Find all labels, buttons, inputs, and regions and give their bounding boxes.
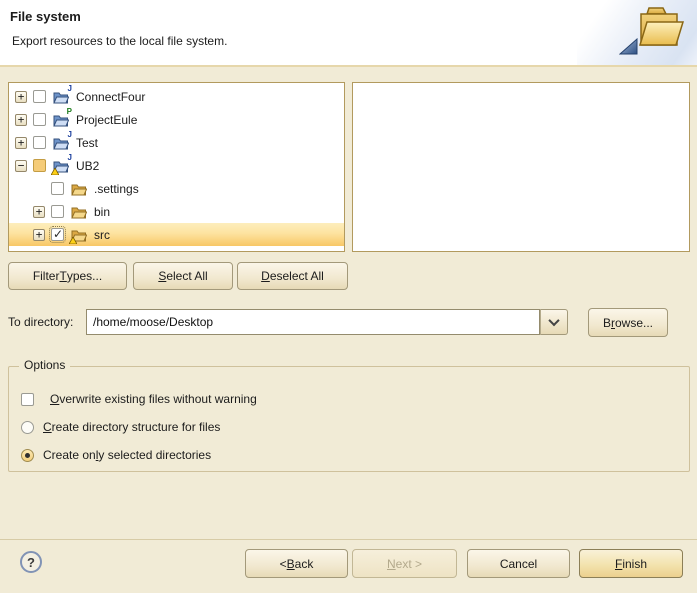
directory-structure-label: Create directory structure for files (43, 420, 220, 434)
to-directory-label: To directory: (8, 315, 73, 329)
tree-item-bin[interactable]: + bin (9, 200, 344, 223)
tree-item-label: src (94, 228, 110, 242)
folder-icon (71, 181, 89, 197)
java-decorator: J (68, 154, 72, 162)
tree-item-label: UB2 (76, 159, 99, 173)
java-project-folder-icon: J (53, 89, 71, 105)
file-list-panel[interactable] (352, 82, 690, 252)
project-decorator: P (67, 108, 72, 116)
export-file-system-dialog: File system Export resources to the loca… (0, 0, 697, 593)
banner-art (577, 0, 697, 65)
directory-dropdown-button[interactable] (540, 309, 568, 335)
overwrite-checkbox[interactable] (21, 393, 34, 406)
expand-toggle[interactable]: + (15, 114, 27, 126)
select-all-button[interactable]: Select All (133, 262, 233, 290)
java-project-folder-icon: J (53, 135, 71, 151)
item-checkbox[interactable] (33, 113, 46, 126)
collapse-toggle[interactable]: − (15, 160, 27, 172)
directory-structure-radio[interactable] (21, 421, 34, 434)
wizard-banner: File system Export resources to the loca… (0, 0, 697, 67)
overwrite-option[interactable]: Overwrite existing files without warning (21, 389, 257, 409)
finish-button[interactable]: Finish (579, 549, 683, 578)
item-checkbox[interactable] (33, 136, 46, 149)
item-checkbox[interactable] (51, 228, 64, 241)
tree-item-label: ConnectFour (76, 90, 145, 104)
directory-input[interactable] (86, 309, 540, 335)
item-checkbox[interactable] (51, 182, 64, 195)
item-checkbox[interactable] (33, 159, 46, 172)
back-button[interactable]: < Back (245, 549, 348, 578)
tree-item-projecteule[interactable]: + P ProjectEule (9, 108, 344, 131)
options-group: Options Overwrite existing files without… (8, 366, 690, 472)
only-selected-option[interactable]: Create only selected directories (21, 445, 211, 465)
folder-warning-icon (71, 227, 89, 243)
warning-icon (51, 168, 59, 175)
directory-structure-option[interactable]: Create directory structure for files (21, 417, 220, 437)
tree-item-label: .settings (94, 182, 139, 196)
tree-item-src[interactable]: + src (9, 223, 344, 246)
browse-button[interactable]: Browse... (588, 308, 668, 337)
java-decorator: J (68, 131, 72, 139)
chevron-down-icon (548, 315, 559, 326)
question-mark-icon: ? (27, 555, 35, 570)
resource-tree: + J ConnectFour + P ProjectEule + (8, 82, 345, 252)
only-selected-label: Create only selected directories (43, 448, 211, 462)
deselect-all-button[interactable]: Deselect All (237, 262, 348, 290)
footer-separator (0, 539, 697, 540)
expand-toggle[interactable]: + (15, 137, 27, 149)
export-folder-icon (633, 5, 685, 51)
item-checkbox[interactable] (51, 205, 64, 218)
item-checkbox[interactable] (33, 90, 46, 103)
tree-item-label: Test (76, 136, 98, 150)
cancel-button[interactable]: Cancel (467, 549, 570, 578)
java-decorator: J (68, 85, 72, 93)
project-folder-icon: P (53, 112, 71, 128)
java-project-folder-warning-icon: J (53, 158, 71, 174)
page-description: Export resources to the local file syste… (12, 34, 227, 48)
page-title: File system (10, 9, 81, 24)
tree-item-label: ProjectEule (76, 113, 137, 127)
next-button[interactable]: Next > (352, 549, 457, 578)
tree-item-ub2[interactable]: − J UB2 (9, 154, 344, 177)
options-legend: Options (19, 358, 70, 372)
help-button[interactable]: ? (20, 551, 42, 573)
expand-toggle[interactable]: + (33, 229, 45, 241)
folder-icon (71, 204, 89, 220)
overwrite-label: Overwrite existing files without warning (50, 392, 257, 406)
expand-toggle[interactable]: + (15, 91, 27, 103)
tree-item-test[interactable]: + J Test (9, 131, 344, 154)
expand-toggle[interactable]: + (33, 206, 45, 218)
tree-item-settings[interactable]: .settings (9, 177, 344, 200)
tree-item-connectfour[interactable]: + J ConnectFour (9, 85, 344, 108)
only-selected-radio[interactable] (21, 449, 34, 462)
filter-types-button[interactable]: Filter Types... (8, 262, 127, 290)
warning-icon (69, 237, 77, 244)
tree-item-label: bin (94, 205, 110, 219)
